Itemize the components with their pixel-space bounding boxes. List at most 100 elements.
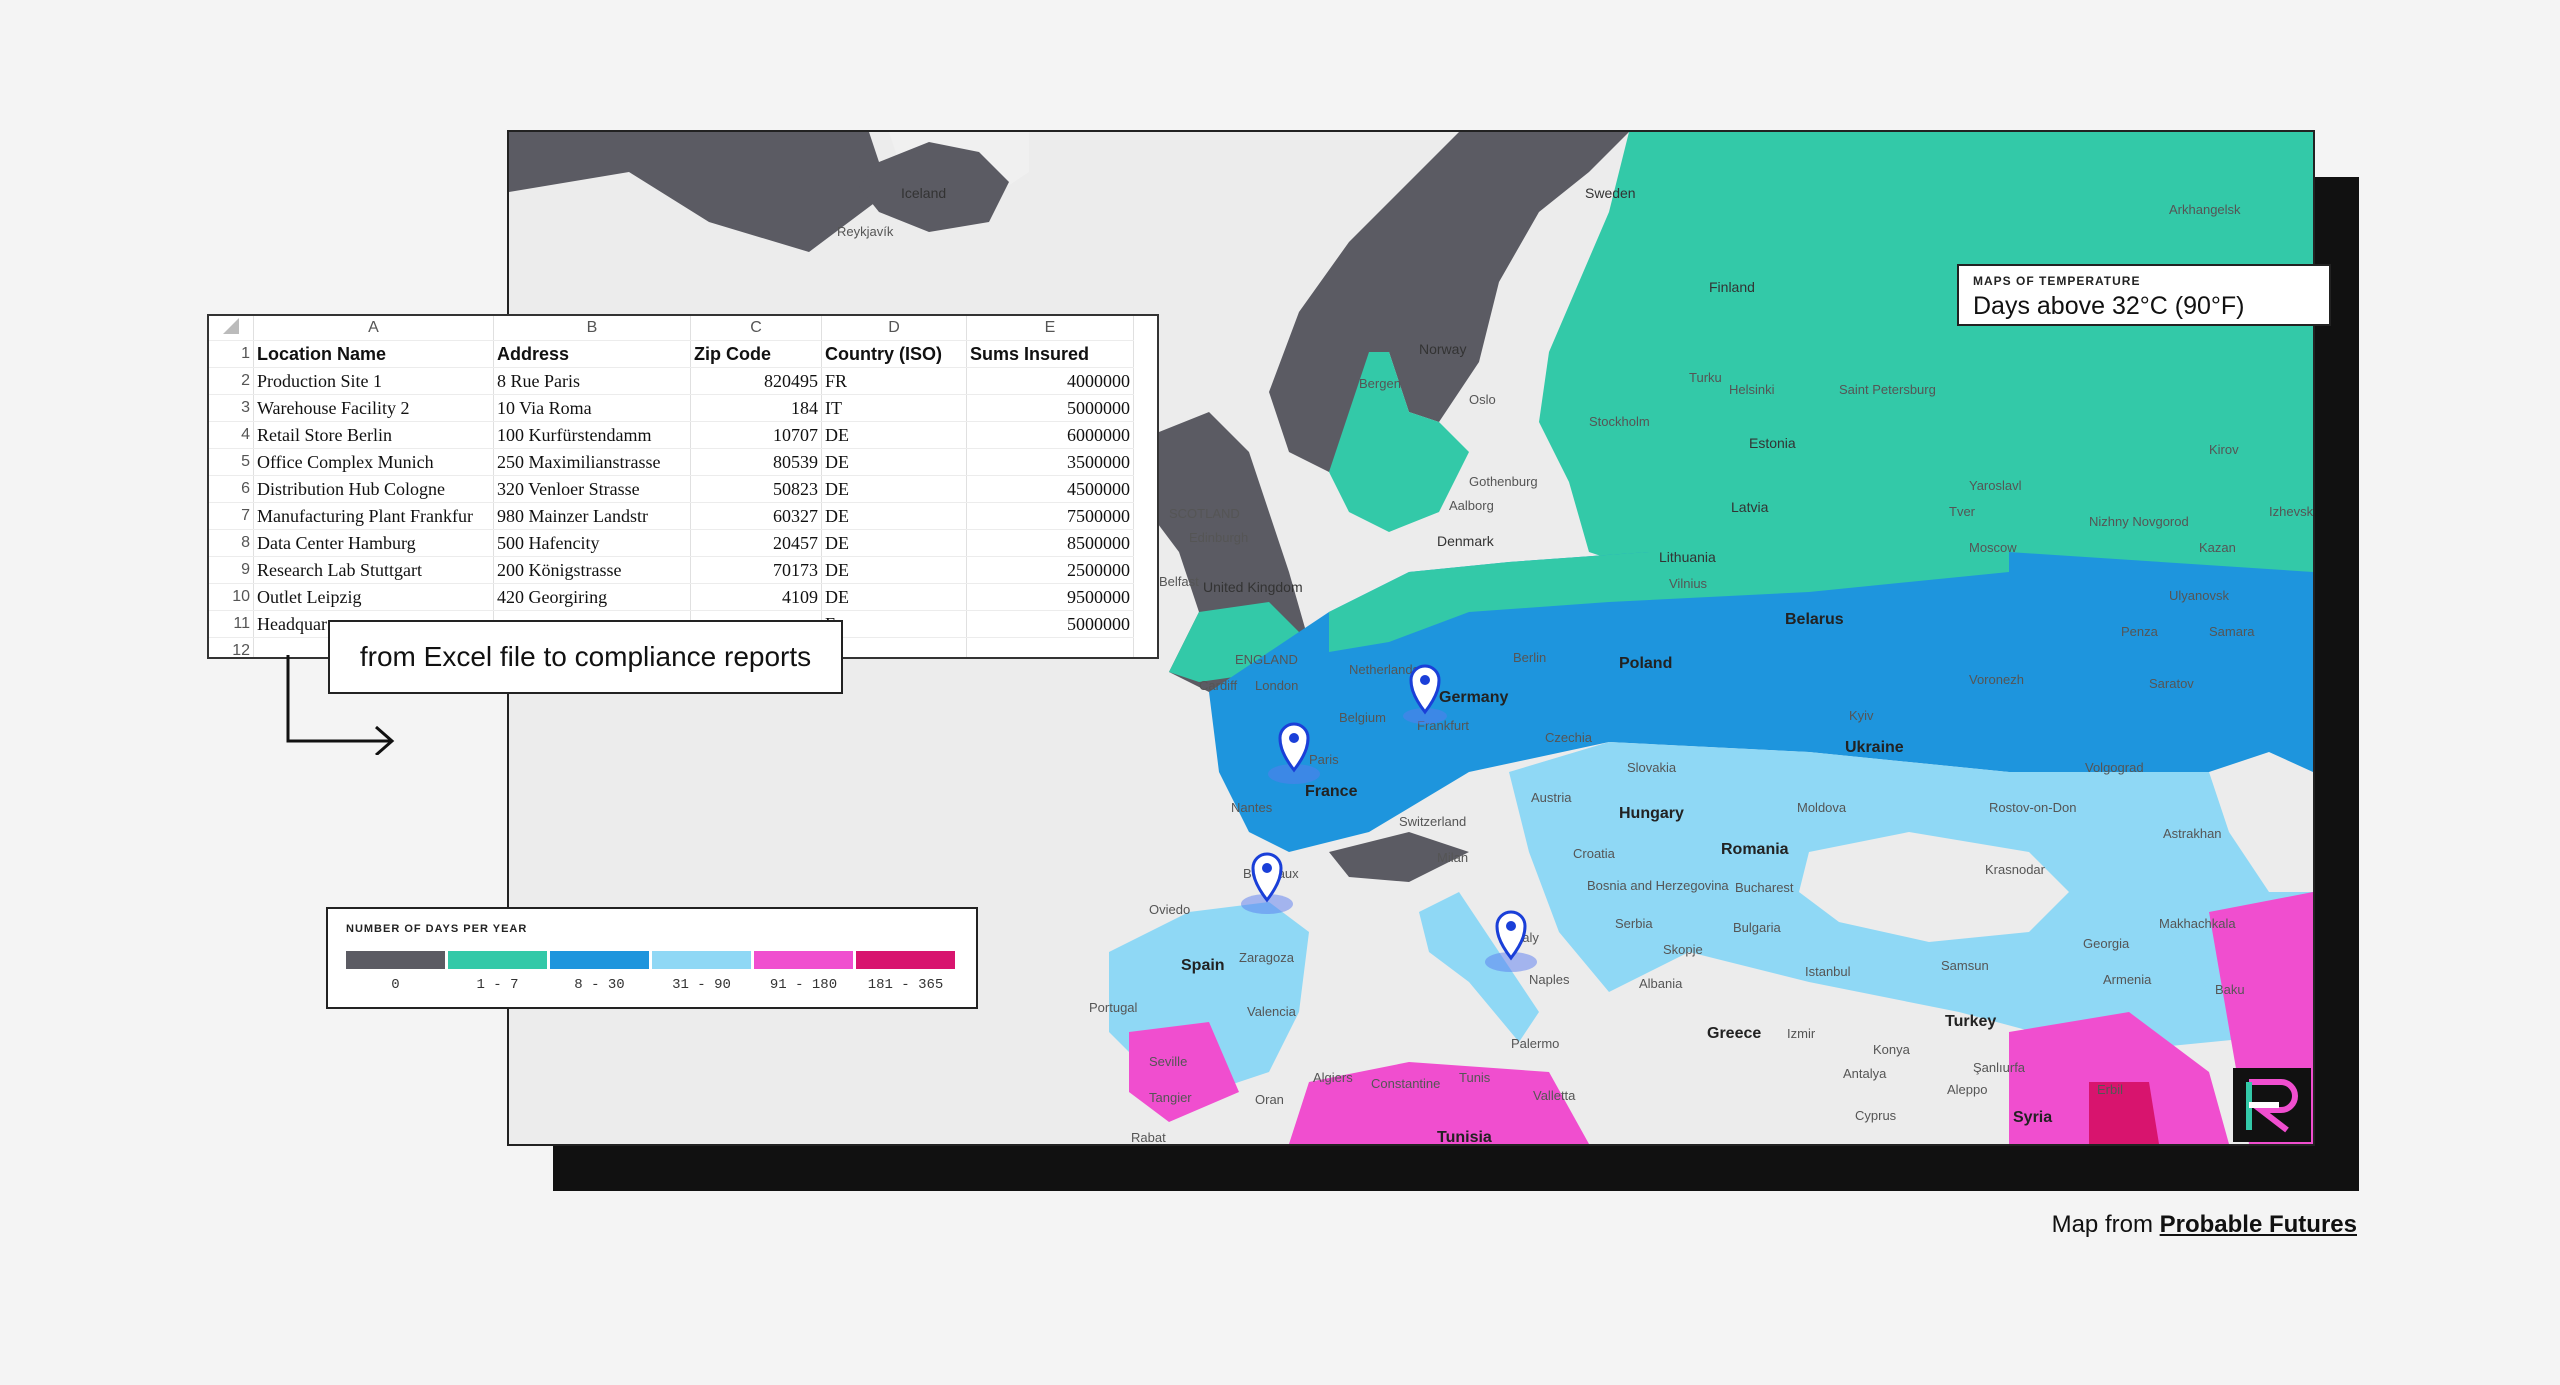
map-label-denmark: Denmark (1437, 533, 1495, 549)
map-label-yaroslavl: Yaroslavl (1969, 478, 2022, 493)
arrow-icon (286, 655, 395, 755)
cell[interactable]: 50823 (690, 475, 822, 503)
legend-label: 1 - 7 (476, 977, 519, 993)
probable-futures-link[interactable]: Probable Futures (2160, 1211, 2357, 1238)
map-eyebrow: MAPS OF TEMPERATURE (1973, 274, 2141, 288)
cell[interactable]: 6000000 (966, 421, 1134, 449)
map-label-nizhny-novgorod: Nizhny Novgorod (2089, 514, 2189, 529)
map-label-stockholm: Stockholm (1589, 414, 1650, 429)
cell[interactable]: DE (821, 448, 967, 476)
map-label-slovakia: Slovakia (1627, 760, 1677, 775)
table-row: 9 Research Lab Stuttgart 200 Königstrass… (209, 556, 1134, 584)
cell[interactable]: Warehouse Facility 2 (253, 394, 494, 422)
map-label-berlin: Berlin (1513, 650, 1546, 665)
cell[interactable]: Office Complex Munich (253, 448, 494, 476)
cell[interactable]: 5000000 (966, 394, 1134, 422)
legend-scale: 0 1 - 7 8 - 30 31 - 90 91 - 180 181 - 36… (346, 951, 958, 993)
cell[interactable]: Production Site 1 (253, 367, 494, 395)
cell[interactable]: 60327 (690, 502, 822, 530)
table-row: 7 Manufacturing Plant Frankfur 980 Mainz… (209, 502, 1134, 530)
cell[interactable]: DE (821, 421, 967, 449)
cell[interactable]: Outlet Leipzig (253, 583, 494, 611)
cell[interactable] (821, 637, 967, 657)
map-label-bosnia: Bosnia and Herzegovina (1587, 878, 1729, 893)
row-number: 9 (209, 556, 254, 584)
caption-box: from Excel file to compliance reports (328, 620, 843, 694)
cell[interactable]: DE (821, 502, 967, 530)
legend-label: 91 - 180 (769, 977, 838, 993)
map-label-germany: Germany (1439, 689, 1508, 706)
cell[interactable]: 200 Königstrasse (493, 556, 691, 584)
map-label-gothenburg: Gothenburg (1469, 474, 1538, 489)
map-label-aalborg: Aalborg (1449, 498, 1494, 513)
cell[interactable]: DE (821, 529, 967, 557)
cell[interactable]: 8500000 (966, 529, 1134, 557)
cell[interactable]: Distribution Hub Cologne (253, 475, 494, 503)
cell[interactable]: 5000000 (966, 610, 1134, 638)
cell[interactable]: 4000000 (966, 367, 1134, 395)
cell[interactable]: 20457 (690, 529, 822, 557)
map-label-milan: Milan (1437, 850, 1468, 865)
cell[interactable]: 3500000 (966, 448, 1134, 476)
header-cell[interactable]: Zip Code (690, 340, 822, 368)
map-label-bergen: Bergen (1359, 376, 1401, 391)
spreadsheet-table: A B C D E 1 Location Name Address Zip Co… (209, 316, 1134, 657)
table-row: 4 Retail Store Berlin 100 Kurfürstendamm… (209, 421, 1134, 449)
legend-swatch (346, 951, 445, 969)
cell[interactable]: 8 Rue Paris (493, 367, 691, 395)
map-label-voronezh: Voronezh (1969, 672, 2024, 687)
select-all-icon (223, 317, 239, 334)
header-cell[interactable]: Location Name (253, 340, 494, 368)
map-label-serbia: Serbia (1615, 916, 1653, 931)
map-label-poland: Poland (1619, 655, 1672, 672)
cell[interactable]: 100 Kurfürstendamm (493, 421, 691, 449)
row-number: 4 (209, 421, 254, 449)
map-label-reykjavik: Reykjavík (837, 224, 894, 239)
cell[interactable]: 820495 (690, 367, 822, 395)
cell[interactable]: 420 Georgiring (493, 583, 691, 611)
map-label-greece: Greece (1707, 1025, 1761, 1042)
cell[interactable]: Data Center Hamburg (253, 529, 494, 557)
cell[interactable]: 4109 (690, 583, 822, 611)
cell[interactable]: 250 Maximilianstrasse (493, 448, 691, 476)
header-cell[interactable]: Sums Insured (966, 340, 1134, 368)
cell[interactable]: 184 (690, 394, 822, 422)
cell[interactable]: Retail Store Berlin (253, 421, 494, 449)
table-row: 10 Outlet Leipzig 420 Georgiring 4109 DE… (209, 583, 1134, 611)
legend-swatch (550, 951, 649, 969)
cell[interactable]: 2500000 (966, 556, 1134, 584)
cell[interactable] (966, 637, 1134, 657)
map-label-united-kingdom: United Kingdom (1203, 579, 1303, 595)
cell[interactable]: 500 Hafencity (493, 529, 691, 557)
legend-item: 91 - 180 (754, 951, 853, 993)
column-header-e: E (966, 316, 1134, 341)
cell[interactable]: 980 Mainzer Landstr (493, 502, 691, 530)
cell[interactable]: FR (821, 367, 967, 395)
map-label-iceland: Iceland (901, 185, 946, 201)
cell[interactable]: 320 Venloer Strasse (493, 475, 691, 503)
cell[interactable]: 10 Via Roma (493, 394, 691, 422)
header-cell[interactable]: Country (ISO) (821, 340, 967, 368)
cell[interactable]: 7500000 (966, 502, 1134, 530)
header-cell[interactable]: Address (493, 340, 691, 368)
row-number: 6 (209, 475, 254, 503)
cell[interactable]: 9500000 (966, 583, 1134, 611)
cell[interactable]: DE (821, 583, 967, 611)
map-label-sanliurfa: Şanlıurfa (1973, 1060, 2026, 1075)
map-label-sweden: Sweden (1585, 185, 1636, 201)
cell[interactable]: Manufacturing Plant Frankfur (253, 502, 494, 530)
map-label-cardiff: Cardiff (1199, 678, 1237, 693)
map-label-switzerland: Switzerland (1399, 814, 1466, 829)
cell[interactable]: DE (821, 556, 967, 584)
cell[interactable]: 80539 (690, 448, 822, 476)
map-legend: NUMBER OF DAYS PER YEAR 0 1 - 7 8 - 30 3… (326, 907, 978, 1009)
cell[interactable]: DE (821, 475, 967, 503)
cell[interactable]: Research Lab Stuttgart (253, 556, 494, 584)
map-label-rostov: Rostov-on-Don (1989, 800, 2076, 815)
cell[interactable]: E (821, 610, 967, 638)
cell[interactable]: 4500000 (966, 475, 1134, 503)
table-row: 6 Distribution Hub Cologne 320 Venloer S… (209, 475, 1134, 503)
cell[interactable]: IT (821, 394, 967, 422)
cell[interactable]: 70173 (690, 556, 822, 584)
cell[interactable]: 10707 (690, 421, 822, 449)
